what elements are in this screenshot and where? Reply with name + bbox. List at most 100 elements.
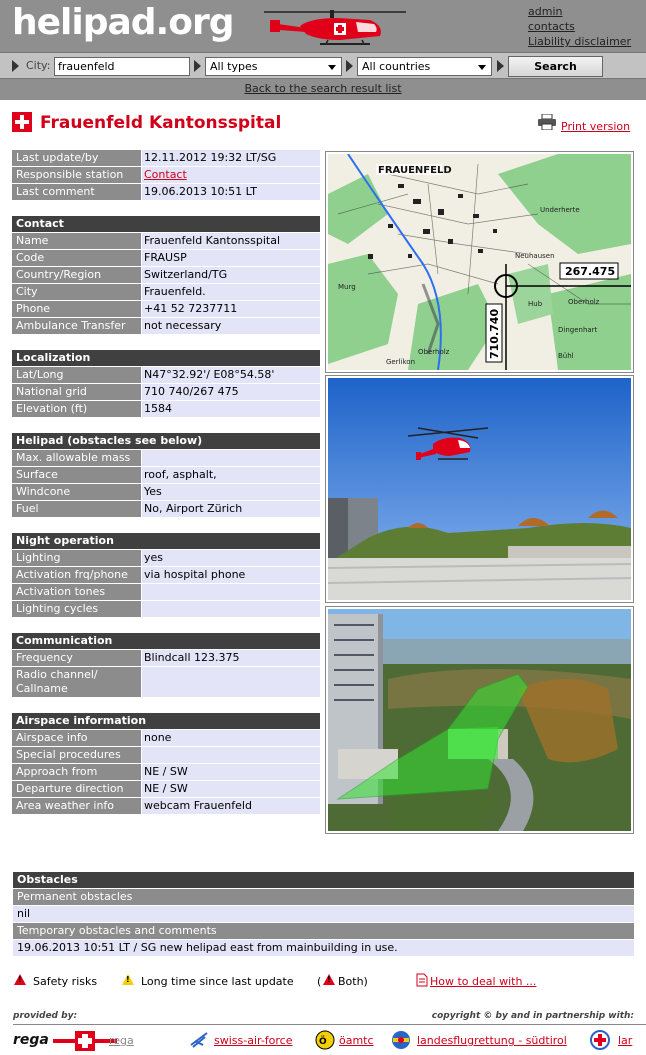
oeamtc-link[interactable]: öamtc: [339, 1034, 374, 1047]
info-row-label: Activation tones: [12, 584, 142, 600]
both-label: Both): [338, 975, 368, 988]
info-row: Lighting cycles: [12, 601, 320, 618]
grid-north-label: 710.740: [488, 309, 501, 359]
info-row-value: [142, 584, 320, 600]
info-row-value: Blindcall 123.375: [142, 650, 320, 666]
info-row: Country/Region Switzerland/TG: [12, 267, 320, 284]
arrow-right-icon: [346, 60, 353, 72]
info-row-label: Special procedures: [12, 747, 142, 763]
info-row-value: [142, 747, 320, 763]
info-row-label: Responsible station: [12, 167, 142, 183]
info-row-label: Fuel: [12, 501, 142, 517]
partner-logos: rega rega swiss-air-force Ö öamtc landes…: [13, 1030, 646, 1052]
info-row-label: City: [12, 284, 142, 300]
info-section: Airspace information Airspace info none Spe…: [12, 713, 320, 815]
info-row-value: Switzerland/TG: [142, 267, 320, 283]
rega-logo[interactable]: rega: [13, 1032, 49, 1048]
rega-cross-icon: [53, 1031, 117, 1051]
admin-link[interactable]: admin: [528, 4, 631, 19]
liability-disclaimer-link[interactable]: Liability disclaimer: [528, 34, 631, 49]
map-place-label: Hub: [528, 300, 543, 308]
both-open-paren: (: [317, 975, 322, 988]
rega-link[interactable]: rega: [109, 1034, 134, 1047]
info-row-value: +41 52 7237711: [142, 301, 320, 317]
arrow-right-icon: [497, 60, 504, 72]
info-row-label: Elevation (ft): [12, 401, 142, 417]
svg-text:Ö: Ö: [319, 1036, 327, 1047]
info-row: Approach from NE / SW: [12, 764, 320, 781]
permanent-obstacles-label: Permanent obstacles: [13, 889, 634, 906]
aerial-approach-photo[interactable]: [325, 606, 634, 834]
info-row-value: 19.06.2013 10:51 LT: [142, 184, 320, 200]
info-row-value: [142, 667, 320, 697]
provided-by-label: provided by:: [13, 1011, 78, 1021]
info-row: Last comment 19.06.2013 10:51 LT: [12, 184, 320, 201]
safety-risk-icon: [14, 974, 26, 985]
info-row: Area weather info webcam Frauenfeld: [12, 798, 320, 815]
contacts-link[interactable]: contacts: [528, 19, 631, 34]
info-row-label: Approach from: [12, 764, 142, 780]
info-row: Lighting yes: [12, 550, 320, 567]
back-to-results-link[interactable]: Back to the search result list: [0, 82, 646, 95]
info-row-value: 710 740/267 475: [142, 384, 320, 400]
obstacles-table: Obstacles Permanent obstacles nil Tempor…: [13, 872, 634, 957]
permanent-obstacles-value: nil: [13, 906, 634, 923]
swiss-air-force-icon: [190, 1032, 208, 1048]
info-row: Fuel No, Airport Zürich: [12, 501, 320, 518]
info-row-value: NE / SW: [142, 781, 320, 797]
info-row-label: Surface: [12, 467, 142, 483]
info-section: Last update/by 12.11.2012 19:32 LT/SG Resp…: [12, 150, 320, 201]
info-row-value: yes: [142, 550, 320, 566]
info-row: Frequency Blindcall 123.375: [12, 650, 320, 667]
lar-logo-icon: [590, 1030, 610, 1050]
info-row-value: Contact: [142, 167, 320, 183]
grid-east-label: 267.475: [565, 265, 615, 278]
section-heading: Localization: [12, 350, 320, 367]
info-row-value: [142, 450, 320, 466]
contact-link[interactable]: Contact: [144, 168, 187, 181]
map-place-label: Oberholz: [418, 348, 450, 356]
info-row: Radio channel/ Callname: [12, 667, 320, 698]
type-select[interactable]: All types: [205, 57, 342, 76]
city-search-input[interactable]: [54, 57, 190, 76]
info-row-value: FRAUSP: [142, 250, 320, 266]
landesflugrettung-link[interactable]: landesflugrettung - südtirol: [417, 1034, 567, 1047]
lar-link[interactable]: lar: [618, 1034, 632, 1047]
both-risk-icon: [323, 974, 335, 985]
info-row: National grid 710 740/267 475: [12, 384, 320, 401]
how-to-deal-link[interactable]: How to deal with ...: [430, 975, 536, 988]
map-place-label: Dingenhart: [558, 326, 598, 334]
topographic-map[interactable]: FRAUENFELD Underherte Neuhausen Dingenha…: [325, 151, 634, 373]
map-place-label: Underherte: [540, 206, 580, 214]
search-button[interactable]: Search: [508, 56, 603, 77]
info-row: Windcone Yes: [12, 484, 320, 501]
info-row-value: No, Airport Zürich: [142, 501, 320, 517]
print-version-link[interactable]: Print version: [561, 120, 630, 133]
swiss-air-force-link[interactable]: swiss-air-force: [214, 1034, 293, 1047]
safety-risks-label: Safety risks: [33, 975, 98, 988]
topographic-map-image: FRAUENFELD Underherte Neuhausen Dingenha…: [328, 154, 631, 370]
info-row-value: Frauenfeld.: [142, 284, 320, 300]
map-place-label: Gerlikon: [386, 358, 415, 366]
info-row: Activation frq/phone via hospital phone: [12, 567, 320, 584]
helicopter-photo[interactable]: [325, 375, 634, 603]
info-row-label: Lighting: [12, 550, 142, 566]
info-section: Contact Name Frauenfeld Kantonsspital Code F…: [12, 216, 320, 335]
info-section: Communication Frequency Blindcall 123.375 R…: [12, 633, 320, 698]
info-row: Name Frauenfeld Kantonsspital: [12, 233, 320, 250]
helicopter-logo-icon: [264, 10, 406, 45]
info-row-value: NE / SW: [142, 764, 320, 780]
info-row-value: Yes: [142, 484, 320, 500]
country-select-value: All countries: [362, 60, 431, 73]
site-logo[interactable]: helipad.org: [12, 2, 234, 43]
document-icon: [416, 973, 428, 987]
landesflugrettung-logo-icon: [392, 1031, 410, 1049]
info-row: Activation tones: [12, 584, 320, 601]
info-row-label: Airspace info: [12, 730, 142, 746]
copyright-label: copyright © by and in partnership with:: [431, 1011, 634, 1021]
country-select[interactable]: All countries: [357, 57, 492, 76]
info-row-label: Lat/Long: [12, 367, 142, 383]
info-row-value: 12.11.2012 19:32 LT/SG: [142, 150, 320, 166]
printer-icon[interactable]: [538, 114, 556, 130]
info-row-label: Last update/by: [12, 150, 142, 166]
